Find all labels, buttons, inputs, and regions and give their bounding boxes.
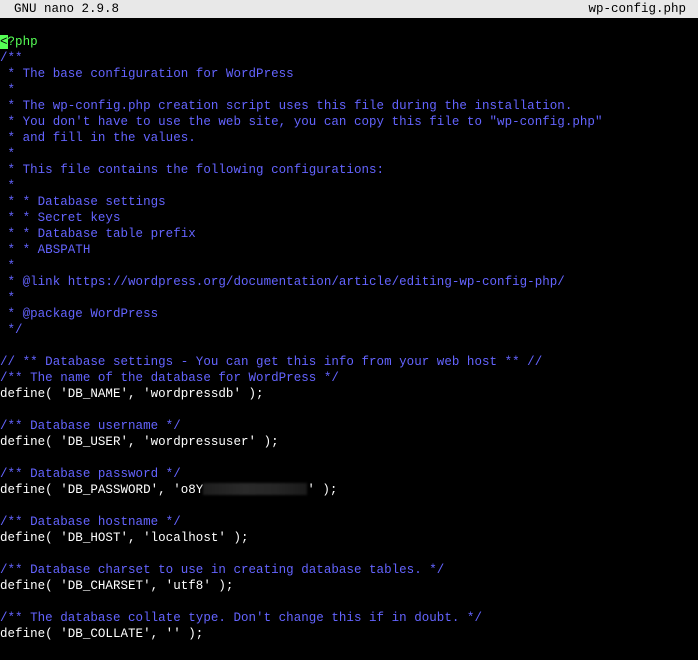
code-comment: /** Database charset to use in creating …	[0, 563, 445, 577]
editor-line[interactable]: * The base configuration for WordPress	[0, 66, 698, 82]
editor-line[interactable]: *	[0, 258, 698, 274]
code-comment: * and fill in the values.	[0, 131, 196, 145]
code-comment: *	[0, 179, 16, 193]
code-statement: define( 'DB_COLLATE', '' );	[0, 627, 204, 641]
code-comment: * The base configuration for WordPress	[0, 67, 294, 81]
editor-line[interactable]: * @link https://wordpress.org/documentat…	[0, 274, 698, 290]
editor-line[interactable]: /** Database username */	[0, 418, 698, 434]
code-comment: *	[0, 83, 16, 97]
code-comment: * The wp-config.php creation script uses…	[0, 99, 573, 113]
code-comment: */	[0, 323, 23, 337]
blank-line[interactable]	[0, 402, 698, 418]
editor-buffer[interactable]: <?php/** * The base configuration for Wo…	[0, 34, 698, 660]
editor-line[interactable]: /** Database hostname */	[0, 514, 698, 530]
code-statement: define( 'DB_NAME', 'wordpressdb' );	[0, 387, 264, 401]
code-comment: * You don't have to use the web site, yo…	[0, 115, 603, 129]
editor-line[interactable]: */	[0, 322, 698, 338]
editor-line[interactable]: // ** Database settings - You can get th…	[0, 354, 698, 370]
text-cursor: <	[0, 35, 8, 49]
blank-line[interactable]	[0, 450, 698, 466]
code-statement-end: ' );	[307, 483, 338, 497]
app-version: GNU nano 2.9.8	[14, 2, 120, 16]
editor-line[interactable]: * @package WordPress	[0, 306, 698, 322]
code-comment: /** Database username */	[0, 419, 181, 433]
editor-line[interactable]: * * Database settings	[0, 194, 698, 210]
code-statement: define( 'DB_USER', 'wordpressuser' );	[0, 435, 279, 449]
redacted-password	[203, 482, 308, 495]
editor-line[interactable]: * This file contains the following confi…	[0, 162, 698, 178]
editor-line[interactable]: * * Database table prefix	[0, 226, 698, 242]
code-comment: * This file contains the following confi…	[0, 163, 385, 177]
editor-line[interactable]: <?php	[0, 34, 698, 50]
code-comment: /** The name of the database for WordPre…	[0, 371, 339, 385]
php-open-tag: ?php	[7, 35, 38, 49]
editor-line[interactable]: define( 'DB_NAME', 'wordpressdb' );	[0, 386, 698, 402]
code-comment: * * Database table prefix	[0, 227, 196, 241]
blank-line[interactable]	[0, 594, 698, 610]
editor-line[interactable]: define( 'DB_COLLATE', '' );	[0, 626, 698, 642]
code-statement: define( 'DB_HOST', 'localhost' );	[0, 531, 249, 545]
code-comment: /** Database password */	[0, 467, 181, 481]
editor-line[interactable]: define( 'DB_HOST', 'localhost' );	[0, 530, 698, 546]
editor-line[interactable]: /** Database charset to use in creating …	[0, 562, 698, 578]
editor-line[interactable]: /** The database collate type. Don't cha…	[0, 610, 698, 626]
code-comment: /** The database collate type. Don't cha…	[0, 611, 482, 625]
code-comment: // ** Database settings - You can get th…	[0, 355, 543, 369]
editor-line[interactable]: *	[0, 290, 698, 306]
blank-line[interactable]	[0, 498, 698, 514]
editor-line[interactable]: /**	[0, 50, 698, 66]
code-comment: * @link https://wordpress.org/documentat…	[0, 275, 565, 289]
editor-line[interactable]: *	[0, 82, 698, 98]
blank-line[interactable]	[0, 546, 698, 562]
editor-line[interactable]: * and fill in the values.	[0, 130, 698, 146]
code-comment: * * Secret keys	[0, 211, 121, 225]
editor-line[interactable]: /** Database password */	[0, 466, 698, 482]
code-comment: *	[0, 259, 16, 273]
code-comment: /**	[0, 51, 23, 65]
code-comment: * @package WordPress	[0, 307, 159, 321]
editor-line[interactable]: * * ABSPATH	[0, 242, 698, 258]
editor-line[interactable]: * You don't have to use the web site, yo…	[0, 114, 698, 130]
code-comment: * * ABSPATH	[0, 243, 91, 257]
editor-line[interactable]: /** The name of the database for WordPre…	[0, 370, 698, 386]
editor-line[interactable]: define( 'DB_USER', 'wordpressuser' );	[0, 434, 698, 450]
code-comment: *	[0, 291, 16, 305]
file-name: wp-config.php	[588, 2, 686, 16]
editor-line[interactable]: * * Secret keys	[0, 210, 698, 226]
code-comment: *	[0, 147, 16, 161]
editor-line[interactable]: *	[0, 146, 698, 162]
editor-line[interactable]: * The wp-config.php creation script uses…	[0, 98, 698, 114]
blank-line[interactable]	[0, 338, 698, 354]
nano-titlebar: GNU nano 2.9.8 wp-config.php	[0, 0, 698, 18]
editor-line[interactable]: define( 'DB_PASSWORD', 'o8Y ' );	[0, 482, 698, 498]
editor-line[interactable]: define( 'DB_CHARSET', 'utf8' );	[0, 578, 698, 594]
code-comment: * * Database settings	[0, 195, 166, 209]
code-comment: /** Database hostname */	[0, 515, 181, 529]
editor-line[interactable]: *	[0, 178, 698, 194]
code-statement: define( 'DB_CHARSET', 'utf8' );	[0, 579, 234, 593]
code-statement: define( 'DB_PASSWORD', 'o8Y	[0, 483, 204, 497]
